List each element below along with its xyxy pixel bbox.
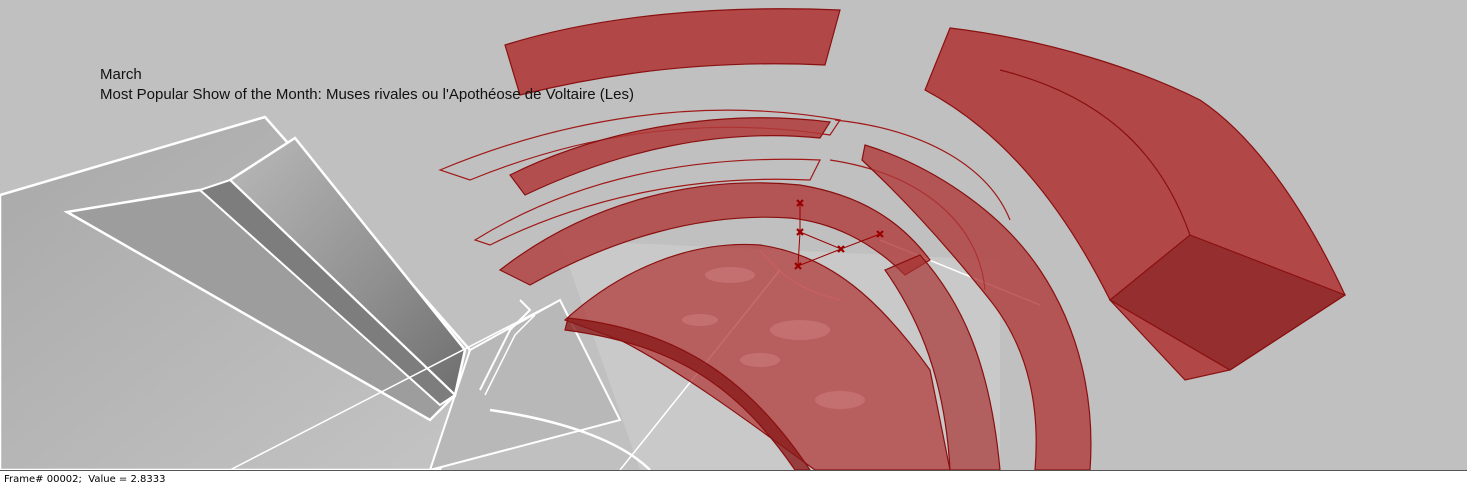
frame-number: Frame# 00002; bbox=[4, 474, 82, 485]
status-bar: Frame# 00002; Value = 2.8333 bbox=[0, 470, 1467, 490]
viewport-caption: March Most Popular Show of the Month: Mu… bbox=[100, 65, 634, 105]
month-label: March bbox=[100, 66, 142, 83]
3d-viewport[interactable]: March Most Popular Show of the Month: Mu… bbox=[0, 0, 1467, 470]
frame-value: Value = 2.8333 bbox=[88, 474, 166, 485]
most-popular-show-label: Most Popular Show of the Month: Muses ri… bbox=[100, 86, 634, 103]
